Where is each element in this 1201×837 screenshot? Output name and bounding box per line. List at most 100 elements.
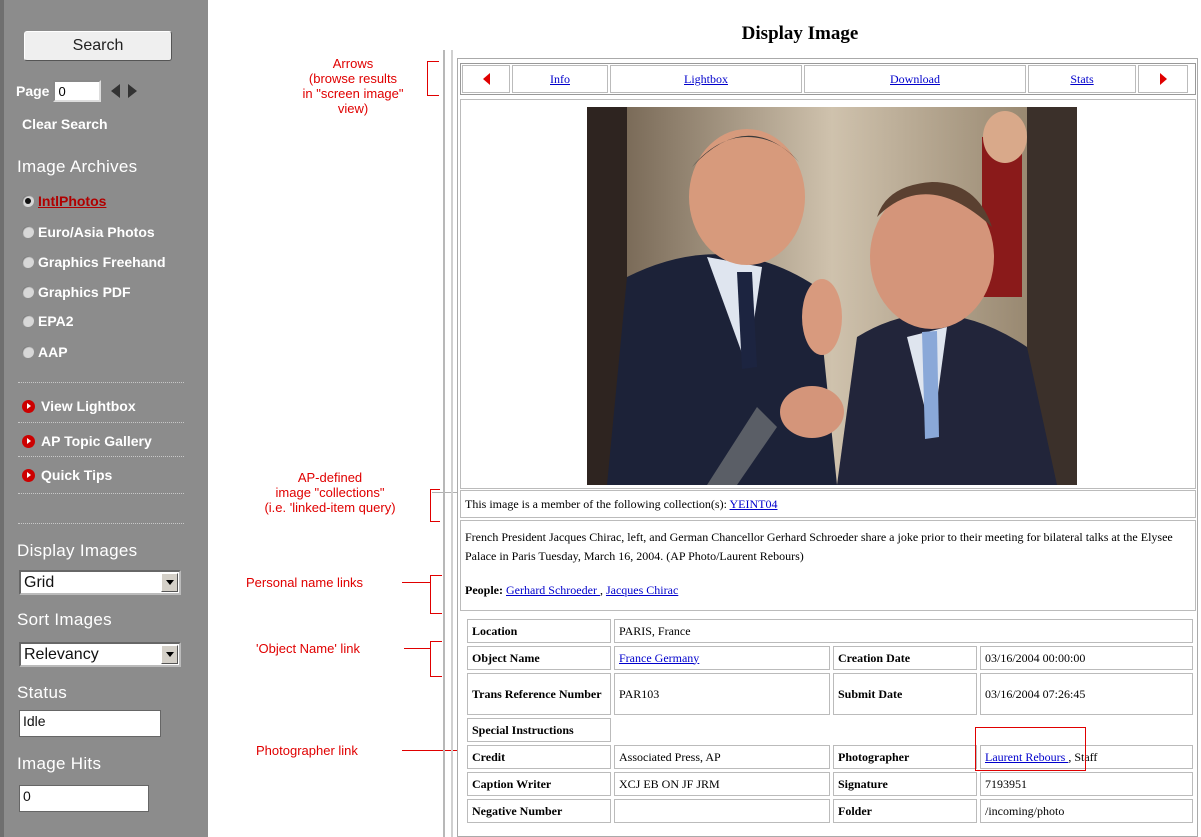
personal-name-links-annotation: Personal name links <box>246 575 364 590</box>
archive-radio-epa2[interactable]: EPA2 <box>22 313 74 329</box>
arrows-annotation: Arrows (browse results in "screen image"… <box>302 56 404 116</box>
annotation-bracket <box>427 61 428 95</box>
archive-radio-intlphotos[interactable]: IntlPhotos <box>22 193 106 209</box>
annotation-bracket <box>427 95 439 96</box>
previous-arrow-icon <box>482 73 490 85</box>
archive-radio-graphics-pdf[interactable]: Graphics PDF <box>22 284 131 300</box>
previous-image-button[interactable] <box>462 65 510 93</box>
link-label: Quick Tips <box>41 467 113 483</box>
submit-date-key: Submit Date <box>833 673 977 715</box>
location-key: Location <box>467 619 611 643</box>
annotation-connector <box>404 648 430 649</box>
object-name-key: Object Name <box>467 646 611 670</box>
metadata-table: Location PARIS, France Object Name Franc… <box>464 616 1196 826</box>
radio-selected-icon <box>22 195 34 207</box>
table-row: Object Name France Germany Creation Date… <box>467 646 1193 670</box>
lightbox-link[interactable]: Lightbox <box>610 65 802 93</box>
credit-value: Associated Press, AP <box>614 745 830 769</box>
next-page-arrow-icon[interactable] <box>128 84 138 98</box>
caption-box: French President Jacques Chirac, left, a… <box>460 520 1196 611</box>
annotation-connector <box>402 582 430 583</box>
archive-label: Euro/Asia Photos <box>38 224 155 240</box>
page-navigator: Page <box>16 80 138 102</box>
trans-reference-key: Trans Reference Number <box>467 673 611 715</box>
search-button[interactable]: Search <box>24 31 172 61</box>
divider <box>18 456 184 457</box>
next-arrow-icon <box>1159 73 1167 85</box>
signature-value: 7193951 <box>980 772 1193 796</box>
status-field: Idle <box>19 710 161 737</box>
divider <box>451 50 453 837</box>
download-link[interactable]: Download <box>804 65 1026 93</box>
annotation-bracket <box>430 575 431 613</box>
display-images-heading: Display Images <box>17 541 138 560</box>
sort-images-select[interactable]: Relevancy <box>19 642 181 667</box>
arrow-bullet-icon <box>22 399 35 413</box>
object-name-link[interactable]: France Germany <box>619 651 699 665</box>
archive-label: AAP <box>38 344 68 360</box>
caption-text: French President Jacques Chirac, left, a… <box>465 530 1173 563</box>
object-name-cell: France Germany <box>614 646 830 670</box>
folder-key: Folder <box>833 799 977 823</box>
caption-writer-key: Caption Writer <box>467 772 611 796</box>
stats-link[interactable]: Stats <box>1028 65 1136 93</box>
view-lightbox-link[interactable]: View Lightbox <box>22 398 136 414</box>
info-link[interactable]: Info <box>512 65 608 93</box>
table-row: Trans Reference Number PAR103 Submit Dat… <box>467 673 1193 715</box>
page-label: Page <box>16 83 50 99</box>
page-title: Display Image <box>741 23 859 44</box>
image-hits-heading: Image Hits <box>17 754 102 773</box>
credit-key: Credit <box>467 745 611 769</box>
status-heading: Status <box>17 683 67 702</box>
collection-text: This image is a member of the following … <box>465 497 730 511</box>
archive-label: Graphics Freehand <box>38 254 166 270</box>
photographer-highlight-box <box>975 727 1086 771</box>
archive-label: Graphics PDF <box>38 284 131 300</box>
divider <box>18 523 184 524</box>
radio-icon <box>22 256 34 268</box>
link-label: View Lightbox <box>41 398 136 414</box>
quick-tips-link[interactable]: Quick Tips <box>22 467 112 483</box>
arrow-bullet-icon <box>22 468 35 482</box>
next-image-button[interactable] <box>1138 65 1188 93</box>
link-label: AP Topic Gallery <box>41 433 152 449</box>
annotation-bracket <box>430 489 431 521</box>
clear-search-link[interactable]: Clear Search <box>22 116 108 132</box>
archive-radio-euro-asia[interactable]: Euro/Asia Photos <box>22 224 155 240</box>
page-input[interactable] <box>53 80 102 102</box>
arrow-bullet-icon <box>22 434 35 448</box>
news-photo[interactable] <box>587 107 1077 485</box>
special-instructions-key: Special Instructions <box>467 718 611 742</box>
news-photo-image <box>587 107 1077 485</box>
photographer-key: Photographer <box>833 745 977 769</box>
object-name-link-annotation: 'Object Name' link <box>256 641 360 656</box>
creation-date-value: 03/16/2004 00:00:00 <box>980 646 1193 670</box>
person-link[interactable]: Gerhard Schroeder <box>506 583 600 597</box>
archive-radio-aap[interactable]: AAP <box>22 344 68 360</box>
archive-radio-graphics-freehand[interactable]: Graphics Freehand <box>22 254 166 270</box>
radio-icon <box>22 346 34 358</box>
archive-label: EPA2 <box>38 313 74 329</box>
sort-images-heading: Sort Images <box>17 610 112 629</box>
person-link[interactable]: Jacques Chirac <box>606 583 678 597</box>
collection-link[interactable]: YEINT04 <box>730 497 778 511</box>
creation-date-key: Creation Date <box>833 646 977 670</box>
annotation-bracket <box>430 489 440 490</box>
annotation-bracket <box>430 641 431 676</box>
ap-topic-gallery-link[interactable]: AP Topic Gallery <box>22 433 152 449</box>
photographer-link-annotation: Photographer link <box>256 743 358 758</box>
previous-page-arrow-icon[interactable] <box>111 84 121 98</box>
collections-annotation: AP-defined image "collections" (i.e. 'li… <box>264 470 396 515</box>
table-row: Location PARIS, France <box>467 619 1193 643</box>
divider <box>443 50 445 837</box>
chevron-down-icon[interactable] <box>161 573 178 592</box>
display-images-select[interactable]: Grid <box>19 570 181 595</box>
image-archives-heading: Image Archives <box>17 157 138 176</box>
caption-writer-value: XCJ EB ON JF JRM <box>614 772 830 796</box>
chevron-down-icon[interactable] <box>161 645 178 664</box>
annotation-bracket <box>430 575 442 576</box>
annotation-bracket <box>430 676 442 677</box>
people-row: People: Gerhard Schroeder , Jacques Chir… <box>465 583 679 597</box>
divider <box>18 382 184 383</box>
signature-key: Signature <box>833 772 977 796</box>
